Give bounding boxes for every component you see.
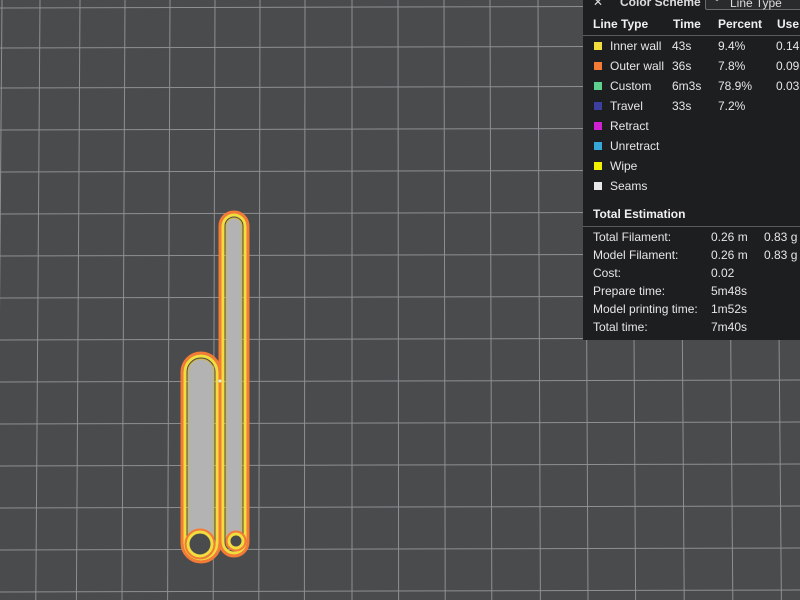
line-type-used: 0.03 [776, 79, 800, 93]
header-percent: Percent [718, 17, 763, 31]
estimation-row: Cost: 0.02 [583, 264, 800, 282]
estimation-value: 0.26 m [711, 248, 748, 262]
estimation-row: Total Filament: 0.26 m 0.83 g [583, 228, 800, 246]
estimation-value: 1m52s [711, 302, 748, 316]
line-type-label: Retract [610, 119, 649, 133]
estimation-label: Prepare time: [593, 284, 666, 298]
estimation-label: Cost: [593, 266, 622, 280]
grid-line [258, 0, 261, 600]
line-type-label: Outer wall [610, 59, 665, 73]
total-estimation-title: Total Estimation [593, 207, 686, 221]
close-icon[interactable]: ✕ [593, 0, 603, 9]
line-type-label: Inner wall [610, 39, 662, 53]
estimation-row: Model printing time: 1m52s [583, 300, 800, 318]
grid-line [0, 589, 800, 593]
estimation-value: 0.26 m [711, 230, 748, 244]
grid-line [167, 0, 171, 600]
line-type-used: 0.14 [776, 39, 800, 53]
printed-part-tall[interactable] [218, 210, 250, 558]
printed-part-short[interactable] [180, 351, 222, 564]
grid-line [0, 547, 800, 551]
color-swatch [594, 162, 602, 170]
chevron-down-icon: ﹀ [712, 0, 722, 9]
estimation-value: 0.02 [711, 266, 735, 280]
estimation-extra: 0.83 g [764, 248, 798, 262]
line-type-label: Wipe [610, 159, 638, 173]
estimation-label: Total Filament: [593, 230, 672, 244]
line-type-percent: 78.9% [718, 79, 753, 93]
line-type-used: 0.09 [776, 59, 800, 73]
line-type-time: 33s [672, 99, 692, 113]
line-type-percent: 7.2% [718, 99, 746, 113]
header-time: Time [673, 17, 701, 31]
legend-row[interactable]: Unretract [583, 136, 800, 156]
3d-preview-viewport[interactable]: ✕ Color Scheme ﹀ Line Type Line Type Tim… [0, 0, 800, 600]
line-type-label: Custom [610, 79, 652, 93]
grid-line [0, 463, 800, 467]
line-type-percent: 7.8% [718, 59, 746, 73]
estimation-row: Model Filament: 0.26 m 0.83 g [583, 246, 800, 264]
gcode-legend-panel: ✕ Color Scheme ﹀ Line Type Line Type Tim… [583, 0, 800, 340]
grid-line [0, 0, 3, 313]
line-type-percent: 9.4% [718, 39, 746, 53]
legend-row[interactable]: Custom 6m3s 78.9% 0.03 [583, 76, 800, 96]
color-swatch [594, 82, 602, 90]
estimation-label: Model Filament: [593, 248, 679, 262]
estimation-extra: 0.83 g [764, 230, 798, 244]
line-type-label: Seams [610, 179, 648, 193]
legend-row[interactable]: Seams [583, 176, 800, 196]
estimation-label: Total time: [593, 320, 648, 334]
estimation-value: 5m48s [711, 284, 748, 298]
estimation-value: 7m40s [711, 320, 748, 334]
line-type-time: 36s [672, 59, 692, 73]
color-scheme-bar: ✕ Color Scheme ﹀ Line Type [583, 0, 800, 12]
legend-row[interactable]: Inner wall 43s 9.4% 0.14 [583, 36, 800, 56]
legend-row[interactable]: Travel 33s 7.2% [583, 96, 800, 116]
legend-row[interactable]: Outer wall 36s 7.8% 0.09 [583, 56, 800, 76]
color-swatch [594, 122, 602, 130]
line-type-label: Unretract [610, 139, 660, 153]
color-swatch [594, 42, 602, 50]
estimation-label: Model printing time: [593, 302, 698, 316]
color-swatch [594, 102, 602, 110]
estimation-row: Total time: 7m40s [583, 318, 800, 336]
estimation-row: Prepare time: 5m48s [583, 282, 800, 300]
legend-row[interactable]: Wipe [583, 156, 800, 176]
color-swatch [594, 182, 602, 190]
grid-line [537, 0, 541, 600]
line-type-time: 43s [672, 39, 692, 53]
grid-line [397, 0, 400, 600]
grid-line [75, 0, 81, 600]
grid-line [489, 0, 493, 600]
color-scheme-select-value: Line Type [730, 0, 782, 10]
grid-line [303, 0, 306, 600]
grid-line [0, 379, 800, 383]
estimation-divider [583, 226, 800, 227]
header-used: Use [777, 17, 800, 31]
grid-line [121, 0, 126, 600]
header-line-type: Line Type [593, 17, 649, 31]
color-scheme-select[interactable]: ﹀ Line Type [705, 0, 800, 10]
grid-line [0, 505, 800, 509]
color-scheme-title: Color Scheme [620, 0, 701, 9]
legend-row[interactable]: Retract [583, 116, 800, 136]
line-type-label: Travel [610, 99, 643, 113]
color-swatch [594, 142, 602, 150]
grid-line [443, 0, 446, 600]
color-swatch [594, 62, 602, 70]
grid-line [35, 0, 41, 600]
line-type-time: 6m3s [672, 79, 702, 93]
grid-line [0, 421, 800, 425]
